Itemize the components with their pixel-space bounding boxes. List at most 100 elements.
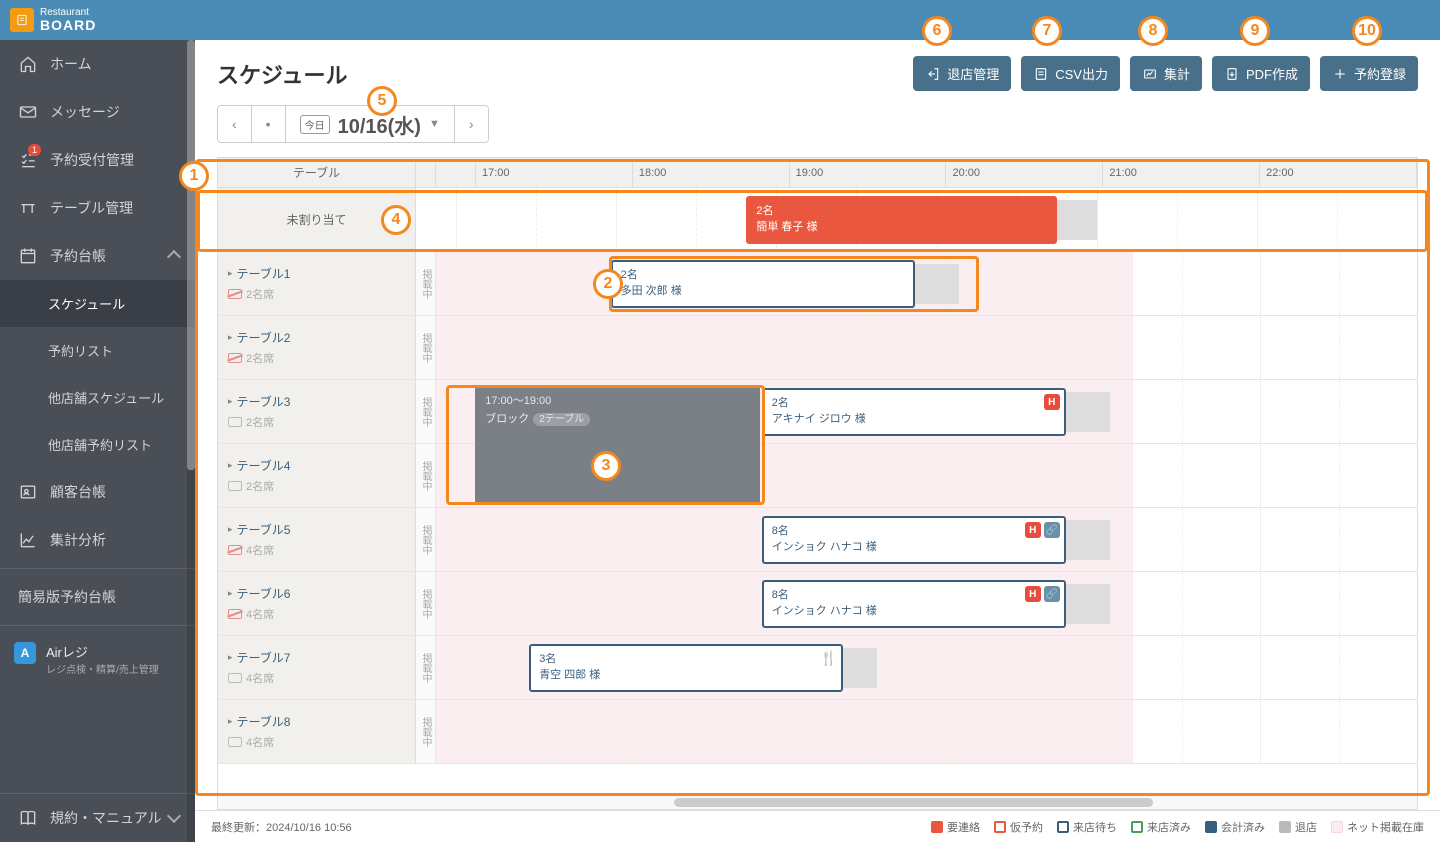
reservation-guests: 2名 xyxy=(621,266,905,282)
logo: Restaurant BOARD xyxy=(10,8,96,32)
nav-label: 予約受付管理 xyxy=(50,150,134,170)
footer: 最終更新：2024/10/16 10:56 要連絡 仮予約 来店待ち 来店済み … xyxy=(195,810,1440,842)
hour-header: 19:00 xyxy=(790,158,947,187)
pdf-button[interactable]: PDF作成 xyxy=(1212,56,1310,91)
reservation-guests: 8名 xyxy=(772,522,1056,538)
table-name[interactable]: テーブル1 xyxy=(228,265,291,282)
table-name[interactable]: テーブル7 xyxy=(228,649,291,666)
callout-10: 10 xyxy=(1352,16,1382,46)
logo-brand: BOARD xyxy=(40,18,96,32)
add-reservation-button[interactable]: 予約登録 xyxy=(1320,56,1418,91)
reservation-card[interactable]: 8名インショク ハナコ 様H🔗 xyxy=(762,516,1066,564)
aggregate-button[interactable]: 集計 xyxy=(1130,56,1202,91)
callout-8: 8 xyxy=(1138,16,1168,46)
nav-airregi[interactable]: A Airレジ レジ点検・精算/売上管理 xyxy=(0,630,195,688)
timeline-hscroll[interactable] xyxy=(218,795,1417,809)
reservation-card[interactable]: 2名多田 次郎 様 xyxy=(611,260,915,308)
nav-reservation-mgmt[interactable]: 予約受付管理 1 xyxy=(0,136,195,184)
callout-7: 7 xyxy=(1032,16,1062,46)
nav-simple-ledger[interactable]: 簡易版予約台帳 xyxy=(0,573,195,621)
date-next-button[interactable]: › xyxy=(455,106,488,142)
airregi-icon: A xyxy=(14,642,36,664)
seat-icon xyxy=(228,673,242,683)
reservation-name: 簡単 春子 様 xyxy=(756,218,1046,234)
seat-icon xyxy=(228,417,242,427)
callout-1: 1 xyxy=(179,161,209,191)
block-card[interactable]: 17:00〜19:00ブロック2テーブル xyxy=(475,386,759,504)
nav-label: メッセージ xyxy=(50,102,120,122)
tail-bar xyxy=(1066,520,1110,560)
legend-net: ネット掲載在庫 xyxy=(1331,819,1424,835)
nav-sub-list[interactable]: 予約リスト xyxy=(0,327,195,374)
nav-label: 予約台帳 xyxy=(50,246,106,266)
link-icon: 🔗 xyxy=(1044,522,1060,538)
nav-home[interactable]: ホーム xyxy=(0,40,195,88)
plus-icon xyxy=(1332,66,1348,82)
book-icon xyxy=(18,808,38,828)
hour-header: 22:00 xyxy=(1260,158,1417,187)
logo-icon xyxy=(10,8,34,32)
listing-status: 掲載中 xyxy=(416,636,436,699)
chevron-down-icon: ▼ xyxy=(429,118,440,130)
nav-table-mgmt[interactable]: テーブル管理 xyxy=(0,184,195,232)
reservation-card[interactable]: 8名インショク ハナコ 様H🔗 xyxy=(762,580,1066,628)
timeline: テーブル 17:0018:0019:0020:0021:0022:00 未割り当… xyxy=(195,157,1440,810)
listing-status: 掲載中 xyxy=(416,572,436,635)
nav-messages[interactable]: メッセージ xyxy=(0,88,195,136)
nav-label: スケジュール xyxy=(48,294,125,313)
date-today-dot-button[interactable]: • xyxy=(252,106,286,142)
nav-customers[interactable]: 顧客台帳 xyxy=(0,468,195,516)
main: スケジュール 退店管理 CSV出力 集計 PDF作成 xyxy=(195,40,1440,842)
nav-label: 集計分析 xyxy=(50,530,106,550)
seat-count: 2名席 xyxy=(246,414,274,430)
nav-sub-other-schedule[interactable]: 他店舗スケジュール xyxy=(0,374,195,421)
table-name[interactable]: テーブル3 xyxy=(228,393,291,410)
legend-waiting: 来店待ち xyxy=(1057,819,1117,835)
callout-2: 2 xyxy=(593,269,623,299)
reservation-name: 青空 四郎 様 xyxy=(539,666,833,682)
seat-count: 4名席 xyxy=(246,734,274,750)
nav-reservation-ledger[interactable]: 予約台帳 xyxy=(0,232,195,280)
nav-terms[interactable]: 規約・マニュアル xyxy=(0,793,195,842)
seat-count: 2名席 xyxy=(246,350,274,366)
csv-export-button[interactable]: CSV出力 xyxy=(1021,56,1120,91)
table-name[interactable]: テーブル5 xyxy=(228,521,291,538)
table-name[interactable]: テーブル8 xyxy=(228,713,291,730)
course-icon: 🍴 xyxy=(821,650,837,666)
reservation-card[interactable]: 3名青空 四郎 様🍴 xyxy=(529,644,843,692)
legend-left: 退店 xyxy=(1279,819,1317,835)
seat-icon xyxy=(228,481,242,491)
aggregate-icon xyxy=(1142,66,1158,82)
table-name[interactable]: テーブル2 xyxy=(228,329,291,346)
reservation-card[interactable]: 2名 簡単 春子 様 xyxy=(746,196,1056,244)
reservation-card[interactable]: 2名アキナイ ジロウ 様H xyxy=(762,388,1066,436)
nav-label: 顧客台帳 xyxy=(50,482,106,502)
seat-count: 2名席 xyxy=(246,286,274,302)
nav-sub-other-list[interactable]: 他店舗予約リスト xyxy=(0,421,195,468)
table-name[interactable]: テーブル4 xyxy=(228,457,291,474)
nav-analytics[interactable]: 集計分析 xyxy=(0,516,195,564)
last-updated: 最終更新：2024/10/16 10:56 xyxy=(211,819,352,835)
date-prev-button[interactable]: ‹ xyxy=(218,106,252,142)
button-label: CSV出力 xyxy=(1055,64,1108,83)
csv-icon xyxy=(1033,66,1049,82)
nav-label: 規約・マニュアル xyxy=(50,808,162,828)
sidebar: ホーム メッセージ 予約受付管理 1 テーブル管理 予約台帳 スケジュール xyxy=(0,40,195,842)
nav-sub-schedule[interactable]: スケジュール xyxy=(0,280,195,327)
callout-6: 6 xyxy=(922,16,952,46)
table-name[interactable]: テーブル6 xyxy=(228,585,291,602)
seat-count: 4名席 xyxy=(246,542,274,558)
timeline-body[interactable]: 未割り当て 2名 簡単 春子 様 テーブル12名席掲載中2名多田 次郎 様テーブ… xyxy=(218,188,1417,795)
contacts-icon xyxy=(18,482,38,502)
listing-status: 掲載中 xyxy=(416,316,436,379)
home-icon xyxy=(18,54,38,74)
logo-text: Restaurant BOARD xyxy=(40,8,96,32)
button-label: 予約登録 xyxy=(1354,64,1406,83)
callout-4: 4 xyxy=(381,205,411,235)
listing-status: 掲載中 xyxy=(416,508,436,571)
row-table: テーブル2 2名席 掲載中 xyxy=(218,316,1417,380)
hotpepper-icon: H xyxy=(1025,586,1041,602)
leave-mgmt-button[interactable]: 退店管理 xyxy=(913,56,1011,91)
no-smoking-icon xyxy=(228,609,242,619)
badge: 1 xyxy=(28,144,41,156)
